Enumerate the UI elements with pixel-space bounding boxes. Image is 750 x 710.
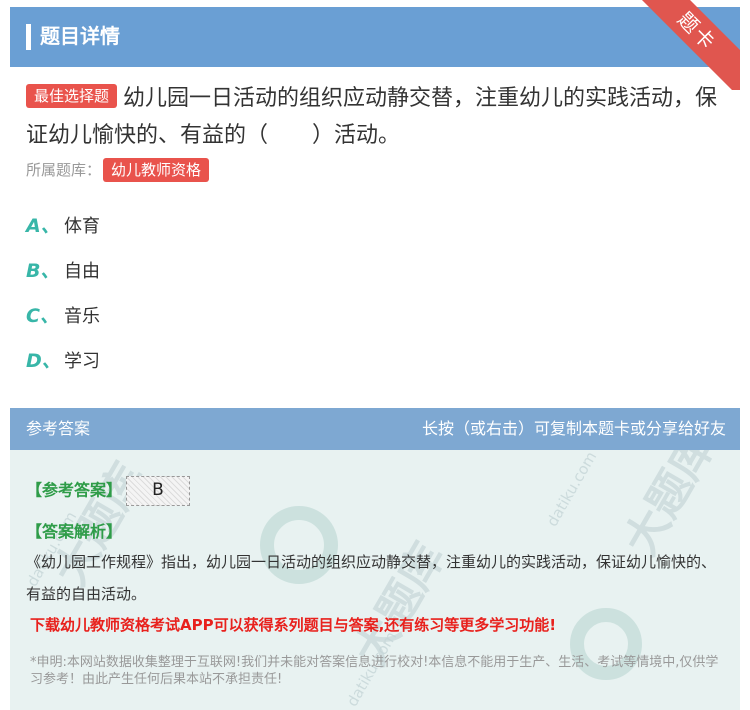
question-card: 题目详情 题卡 最佳选择题 幼儿园一日活动的组织应动静交替，注重幼儿的实践活动，保… [10, 0, 740, 710]
question-text: 幼儿园一日活动的组织应动静交替，注重幼儿的实践活动，保证幼儿愉快的、有益的（ ）… [26, 86, 718, 148]
option-text: 学习 [64, 351, 100, 372]
analysis-label: 【答案解析】 [26, 522, 123, 541]
option-text: 音乐 [64, 306, 100, 327]
option-c[interactable]: C、 音乐 [26, 298, 100, 343]
option-d[interactable]: D、 学习 [26, 343, 100, 388]
app-download-promo[interactable]: 下载幼儿教师资格考试APP可以获得系列题目与答案,还有练习等更多学习功能! [30, 614, 556, 635]
question-bank-label: 所属题库： [26, 161, 102, 179]
option-letter: B、 [26, 260, 60, 282]
answer-panel: 大题库 大题库 大题库 datiku.com datiku.com datiku… [10, 450, 740, 710]
answer-image: B [126, 476, 191, 506]
option-b[interactable]: B、 自由 [26, 253, 100, 298]
ribbon-label: 题卡 [640, 0, 740, 90]
share-hint: 长按（或右击）可复制本题卡或分享给好友 [421, 419, 726, 438]
corner-ribbon: 题卡 [640, 0, 740, 90]
disclaimer: *申明:本网站数据收集整理于互联网!我们并未能对答案信息进行校对!本信息不能用于… [30, 655, 719, 687]
question-type-badge: 最佳选择题 [26, 84, 118, 108]
option-letter: A、 [26, 215, 60, 237]
option-a[interactable]: A、 体育 [26, 208, 100, 253]
answer-header: 参考答案 长按（或右击）可复制本题卡或分享给好友 [10, 408, 740, 450]
header-accent-bar [26, 24, 31, 50]
option-text: 体育 [64, 216, 100, 237]
watermark-site: datiku.com [543, 450, 601, 530]
page-title: 题目详情 [40, 24, 120, 48]
reference-answer: 【参考答案】 B [26, 476, 191, 506]
question-bank-badge[interactable]: 幼儿教师资格 [103, 158, 210, 182]
option-text: 自由 [64, 261, 100, 282]
question-bank: 所属题库： 幼儿教师资格 [26, 158, 215, 182]
analysis-text: 《幼儿园工作规程》指出，幼儿园一日活动的组织应动静交替，注重幼儿的实践活动，保证… [26, 553, 717, 603]
reference-answer-label: 【参考答案】 [26, 480, 123, 500]
answer-header-title: 参考答案 [26, 419, 91, 438]
option-letter: C、 [26, 305, 59, 327]
option-letter: D、 [26, 350, 61, 372]
card-header: 题目详情 [10, 7, 740, 67]
question-stem: 最佳选择题 幼儿园一日活动的组织应动静交替，注重幼儿的实践活动，保证幼儿愉快的、有… [26, 80, 726, 154]
options-list: A、 体育 B、 自由 C、 音乐 D、 学习 [26, 208, 100, 388]
